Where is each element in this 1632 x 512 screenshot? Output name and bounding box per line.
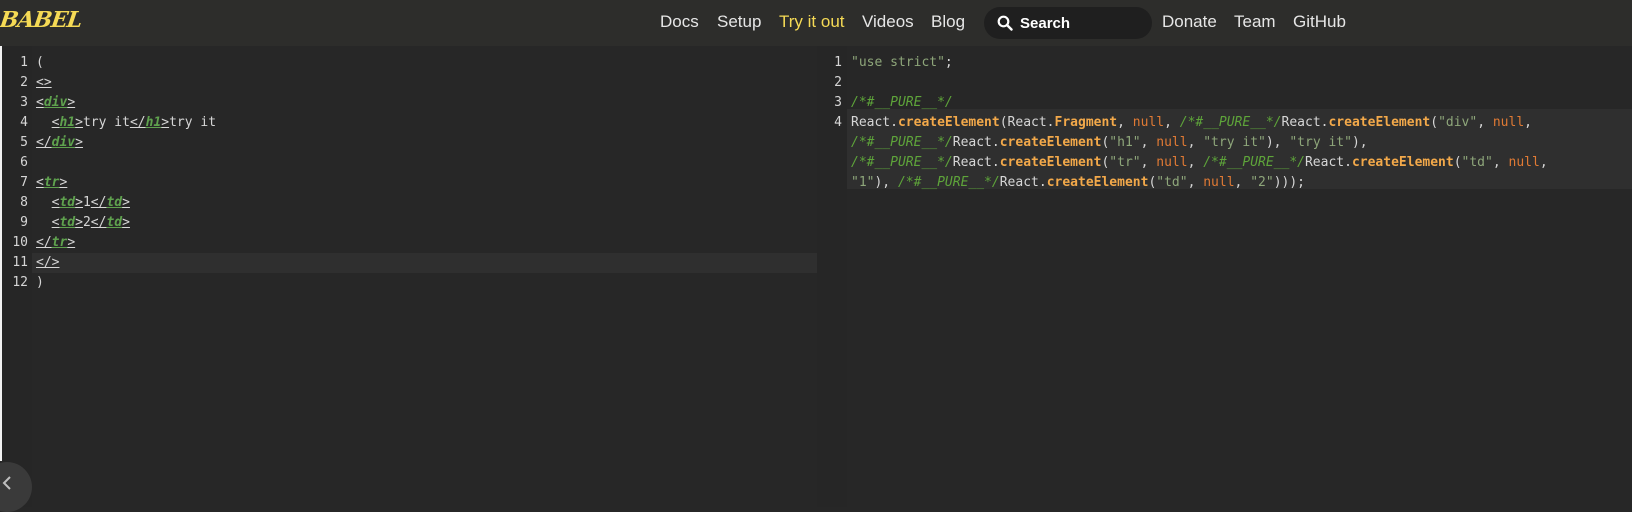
search-icon: [997, 15, 1013, 31]
output-gutter: [817, 46, 847, 507]
nav-try-it-out[interactable]: Try it out: [779, 12, 845, 32]
code-line: </>: [36, 255, 60, 270]
line-number: 3: [834, 95, 842, 110]
line-number: 12: [12, 275, 28, 290]
code-line: <tr>: [36, 175, 68, 190]
code-line: <h1>try it</h1>try it: [51, 115, 217, 130]
code-line: <td>1</td>: [51, 195, 130, 210]
search-box[interactable]: [984, 7, 1152, 39]
line-number: 4: [834, 115, 842, 130]
top-navigation: BABEL Docs Setup Try it out Videos Blog …: [0, 0, 1632, 46]
nav-team[interactable]: Team: [1234, 12, 1276, 32]
line-number: 3: [20, 95, 28, 110]
line-number: 2: [834, 75, 842, 90]
line-number: 10: [12, 235, 28, 250]
search-input[interactable]: [1020, 13, 1140, 33]
code-line: <>: [36, 75, 52, 90]
line-number: 9: [20, 215, 28, 230]
code-line: <td>2</td>: [51, 215, 130, 230]
output-editor[interactable]: 1 2 3 4 "use strict"; /*#__PURE__*/ Reac…: [817, 46, 1632, 507]
active-line-highlight: [32, 253, 817, 273]
line-number: 5: [20, 135, 28, 150]
babel-logo[interactable]: BABEL: [0, 7, 83, 33]
nav-donate[interactable]: Donate: [1162, 12, 1217, 32]
code-line: /*#__PURE__*/: [851, 95, 953, 110]
code-line: </div>: [36, 135, 83, 150]
code-line: <div>: [36, 95, 76, 110]
code-line: React.createElement(React.Fragment, null…: [851, 115, 1532, 130]
chevron-left-icon: [2, 476, 11, 490]
nav-setup[interactable]: Setup: [717, 12, 761, 32]
line-number: 4: [20, 115, 28, 130]
nav-github[interactable]: GitHub: [1293, 12, 1346, 32]
line-number: 6: [20, 155, 28, 170]
nav-blog[interactable]: Blog: [931, 12, 965, 32]
line-number: 8: [20, 195, 28, 210]
line-number: 1: [834, 55, 842, 70]
line-number: 7: [20, 175, 28, 190]
nav-docs[interactable]: Docs: [660, 12, 699, 32]
code-line: /*#__PURE__*/React.createElement("h1", n…: [851, 135, 1368, 150]
code-line: </tr>: [36, 235, 76, 250]
line-number: 2: [20, 75, 28, 90]
code-line: "use strict";: [851, 55, 953, 70]
code-line: "1"), /*#__PURE__*/React.createElement("…: [851, 175, 1305, 190]
input-editor[interactable]: 1 2 3 4 5 6 7 8 9 10 11 12 ( <> <div> <h…: [2, 46, 817, 507]
code-line: ): [36, 275, 44, 290]
line-number: 11: [12, 255, 28, 270]
line-number: 1: [20, 55, 28, 70]
code-line: /*#__PURE__*/React.createElement("tr", n…: [851, 155, 1548, 170]
nav-videos[interactable]: Videos: [862, 12, 914, 32]
code-line: (: [36, 55, 44, 70]
